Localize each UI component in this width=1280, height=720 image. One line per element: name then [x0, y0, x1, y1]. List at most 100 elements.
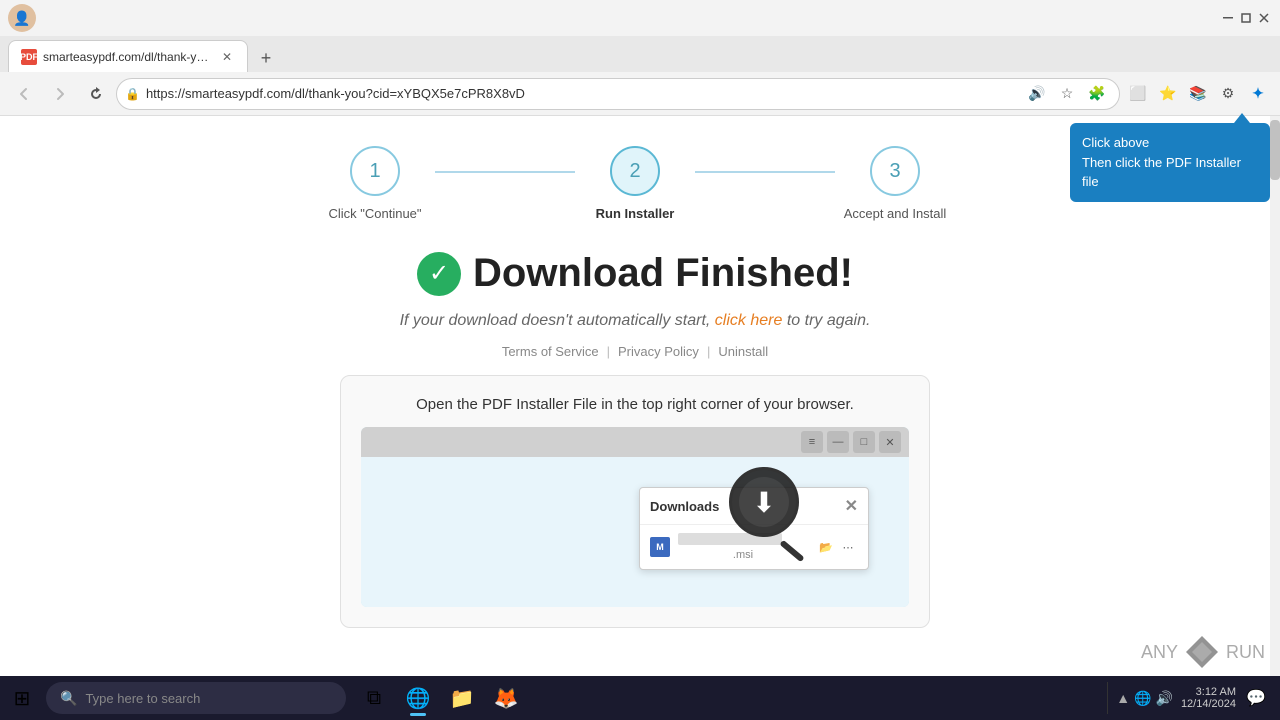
copilot-button[interactable]: ✦ [1244, 80, 1272, 108]
check-icon: ✓ [417, 252, 461, 296]
file-explorer-app[interactable]: 📁 [442, 678, 482, 718]
download-title: ✓ Download Finished! [0, 251, 1270, 296]
taskbar: ⊞ 🔍 Type here to search ⧉ 🌐 📁 🦊 ▲ 🌐 🔊 3:… [0, 676, 1280, 720]
mock-minimize-icon: — [827, 431, 849, 453]
tooltip-line2: Then click the PDF Installer file [1082, 155, 1241, 190]
subtitle-after: to try again. [787, 312, 871, 329]
read-aloud-button[interactable]: 🔊 [1023, 80, 1051, 108]
nav-bar: 🔒 🔊 ☆ 🧩 ⬜ ⭐ 📚 ⚙ ✦ [0, 72, 1280, 116]
download-arrow-icon: ⬇ [752, 486, 775, 519]
split-screen-button[interactable]: ⬜ [1124, 80, 1152, 108]
step-2-label: Run Installer [596, 206, 675, 221]
magnify-overlay: ⬇ [729, 467, 799, 537]
uninstall-link[interactable]: Uninstall [718, 344, 768, 359]
step-3-label: Accept and Install [844, 206, 947, 221]
url-input[interactable] [146, 86, 1017, 101]
download-heading: Download Finished! [473, 251, 853, 296]
scroll-thumb[interactable] [1270, 120, 1280, 180]
browser-extensions-button[interactable]: 🧩 [1083, 80, 1111, 108]
edge-icon: 🌐 [406, 686, 431, 711]
restore-button[interactable] [1238, 10, 1254, 26]
tab-bar: PDF smarteasypdf.com/dl/thank-you... ✕ + [0, 36, 1280, 72]
address-bar[interactable]: 🔒 🔊 ☆ 🧩 [116, 78, 1120, 110]
instruction-box: Open the PDF Installer File in the top r… [340, 375, 930, 628]
anyrun-run-text: RUN [1226, 642, 1265, 663]
taskbar-apps: ⧉ 🌐 📁 🦊 [346, 678, 534, 718]
edge-app[interactable]: 🌐 [398, 678, 438, 718]
file-explorer-icon: 📁 [450, 686, 475, 711]
terms-link[interactable]: Terms of Service [502, 344, 599, 359]
step-1-label: Click "Continue" [328, 206, 421, 221]
network-icon[interactable]: 🌐 [1134, 690, 1151, 707]
taskbar-search-icon: 🔍 [60, 690, 77, 707]
system-tray: ▲ 🌐 🔊 3:12 AM 12/14/2024 💬 [1107, 682, 1280, 714]
start-button[interactable]: ⊞ [0, 676, 44, 720]
separator-1: | [607, 344, 610, 359]
mock-close-icon: ✕ [879, 431, 901, 453]
tooltip-line1: Click above [1082, 135, 1149, 150]
main-content: ✓ Download Finished! If your download do… [0, 241, 1270, 648]
msi-file-icon: M [650, 537, 670, 557]
taskbar-search-text: Type here to search [85, 691, 200, 706]
close-button[interactable] [1256, 10, 1272, 26]
subtitle-before: If your download doesn't automatically s… [400, 312, 711, 329]
security-icon: 🔒 [125, 87, 140, 101]
dropdown-close-button[interactable]: ✕ [845, 496, 858, 516]
profile-icon[interactable]: 👤 [8, 4, 36, 32]
firefox-icon: 🦊 [494, 686, 519, 711]
show-hidden-icons[interactable]: ▲ [1116, 690, 1130, 706]
collections2-button[interactable]: 📚 [1184, 80, 1212, 108]
step-1-number: 1 [369, 160, 380, 183]
privacy-link[interactable]: Privacy Policy [618, 344, 699, 359]
mock-browser-body: Downloads ✕ M .msi 📂 ⋯ [361, 457, 909, 607]
scrollbar[interactable] [1270, 116, 1280, 696]
magnify-inner: ⬇ [739, 477, 789, 527]
step-connector-2 [695, 171, 835, 173]
mock-browser-toolbar: ≡ — □ ✕ [361, 427, 909, 457]
step-2-number: 2 [629, 160, 640, 183]
step-3-number: 3 [889, 160, 900, 183]
favorites-button[interactable]: ☆ [1053, 80, 1081, 108]
nav-right-icons: ⬜ ⭐ 📚 ⚙ ✦ [1124, 80, 1272, 108]
volume-icon[interactable]: 🔊 [1156, 690, 1173, 707]
step-2-circle: 2 [610, 146, 660, 196]
dropdown-title: Downloads [650, 499, 719, 514]
firefox-app[interactable]: 🦊 [486, 678, 526, 718]
refresh-button[interactable] [80, 78, 112, 110]
tab-title: smarteasypdf.com/dl/thank-you... [43, 50, 213, 64]
page-content: 1 Click "Continue" 2 Run Installer 3 Acc… [0, 116, 1270, 696]
minimize-button[interactable] [1220, 10, 1236, 26]
mock-restore-icon: □ [853, 431, 875, 453]
steps-row: 1 Click "Continue" 2 Run Installer 3 Acc… [315, 146, 955, 221]
task-view-icon: ⧉ [367, 687, 381, 710]
tooltip-box: Click above Then click the PDF Installer… [1070, 123, 1270, 202]
download-subtitle: If your download doesn't automatically s… [0, 312, 1270, 330]
clock-date: 12/14/2024 [1181, 698, 1236, 710]
collections-button[interactable]: ⭐ [1154, 80, 1182, 108]
file-action-buttons: 📂 ⋯ [816, 537, 858, 557]
browser-mockup: ≡ — □ ✕ Downloads ✕ M [361, 427, 909, 607]
address-icons: 🔊 ☆ 🧩 [1023, 80, 1111, 108]
forward-button[interactable] [44, 78, 76, 110]
taskbar-search[interactable]: 🔍 Type here to search [46, 682, 346, 714]
system-clock[interactable]: 3:12 AM 12/14/2024 [1181, 686, 1236, 710]
clock-time: 3:12 AM [1196, 686, 1236, 698]
open-file-button[interactable]: 📂 [816, 537, 836, 557]
new-tab-button[interactable]: + [252, 44, 280, 72]
tab-favicon: PDF [21, 49, 37, 65]
links-row: Terms of Service | Privacy Policy | Unin… [0, 344, 1270, 359]
instruction-text: Open the PDF Installer File in the top r… [361, 396, 909, 413]
separator-2: | [707, 344, 710, 359]
step-1-circle: 1 [350, 146, 400, 196]
active-tab[interactable]: PDF smarteasypdf.com/dl/thank-you... ✕ [8, 40, 248, 72]
retry-link[interactable]: click here [715, 312, 783, 329]
settings-button[interactable]: ⚙ [1214, 80, 1242, 108]
back-button[interactable] [8, 78, 40, 110]
more-options-button[interactable]: ⋯ [838, 537, 858, 557]
notifications-button[interactable]: 💬 [1240, 682, 1272, 714]
task-view-button[interactable]: ⧉ [354, 678, 394, 718]
mock-menu-icon-1: ≡ [801, 431, 823, 453]
tab-close-button[interactable]: ✕ [219, 49, 235, 65]
step-1: 1 Click "Continue" [315, 146, 435, 221]
magnify-glass: ⬇ [729, 467, 799, 537]
